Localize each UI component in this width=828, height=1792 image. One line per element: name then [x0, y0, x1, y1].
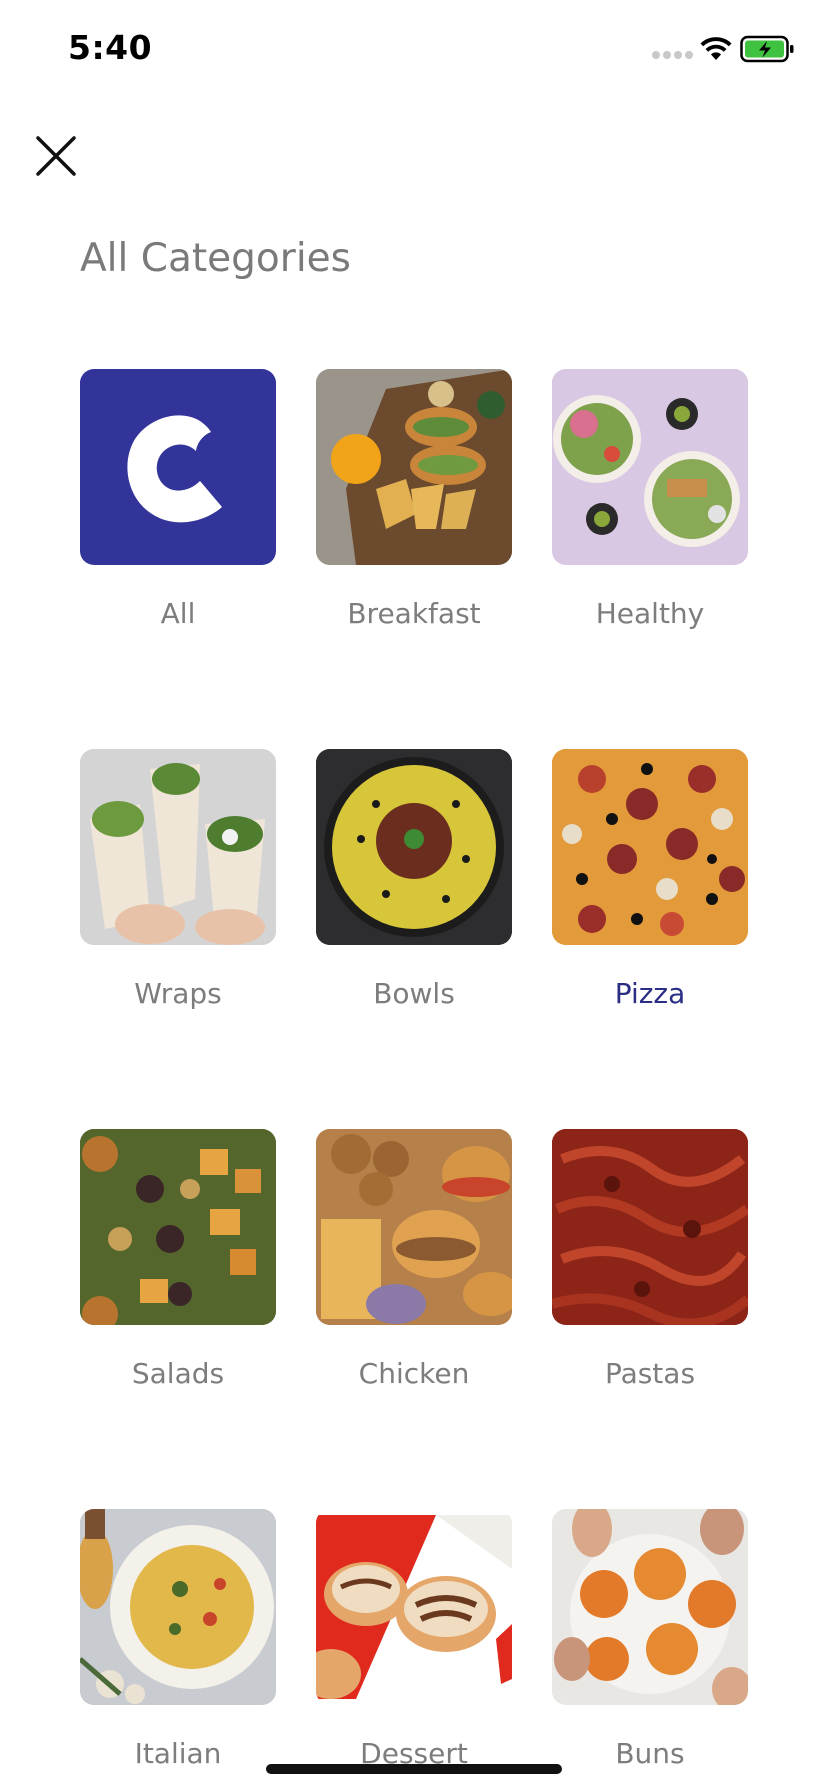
status-time: 5:40	[68, 28, 153, 67]
category-tile-dessert[interactable]: Dessert	[316, 1509, 512, 1770]
category-image-buns	[552, 1509, 748, 1705]
category-image-breakfast	[316, 369, 512, 565]
category-image-healthy	[552, 369, 748, 565]
category-image-chicken	[316, 1129, 512, 1325]
category-tile-buns[interactable]: Buns	[552, 1509, 748, 1770]
battery-charging-icon	[740, 35, 794, 63]
category-image-italian	[80, 1509, 276, 1705]
category-label: Italian	[134, 1737, 222, 1770]
category-image-pizza	[552, 749, 748, 945]
cellular-signal-icon	[652, 51, 693, 59]
category-label: Pastas	[604, 1357, 696, 1390]
close-icon	[36, 136, 76, 176]
category-tile-healthy[interactable]: Healthy	[552, 369, 748, 630]
category-tile-pastas[interactable]: Pastas	[552, 1129, 748, 1390]
category-tile-chicken[interactable]: Chicken	[316, 1129, 512, 1390]
close-button[interactable]	[34, 134, 78, 178]
category-label: Chicken	[358, 1357, 470, 1390]
category-tile-bowls[interactable]: Bowls	[316, 749, 512, 1010]
category-tile-all[interactable]: All	[80, 369, 276, 630]
category-label: Healthy	[595, 597, 705, 630]
category-image-all	[80, 369, 276, 565]
category-image-bowls	[316, 749, 512, 945]
status-bar: 5:40	[0, 0, 828, 100]
category-tile-salads[interactable]: Salads	[80, 1129, 276, 1390]
home-indicator[interactable]	[266, 1764, 562, 1774]
category-tile-breakfast[interactable]: Breakfast	[316, 369, 512, 630]
category-image-wraps	[80, 749, 276, 945]
category-label: Wraps	[134, 977, 222, 1010]
category-image-pastas	[552, 1129, 748, 1325]
page-title: All Categories	[80, 236, 351, 281]
category-label: All	[160, 597, 196, 630]
category-tile-italian[interactable]: Italian	[80, 1509, 276, 1770]
category-label: Bowls	[373, 977, 455, 1010]
category-label: Pizza	[614, 977, 686, 1010]
category-label: Buns	[615, 1737, 685, 1770]
category-image-salads	[80, 1129, 276, 1325]
category-label: Breakfast	[347, 597, 481, 630]
wifi-icon	[700, 37, 732, 60]
category-label: Salads	[131, 1357, 225, 1390]
category-tile-wraps[interactable]: Wraps	[80, 749, 276, 1010]
category-tile-pizza[interactable]: Pizza	[552, 749, 748, 1010]
category-image-dessert	[316, 1509, 512, 1705]
